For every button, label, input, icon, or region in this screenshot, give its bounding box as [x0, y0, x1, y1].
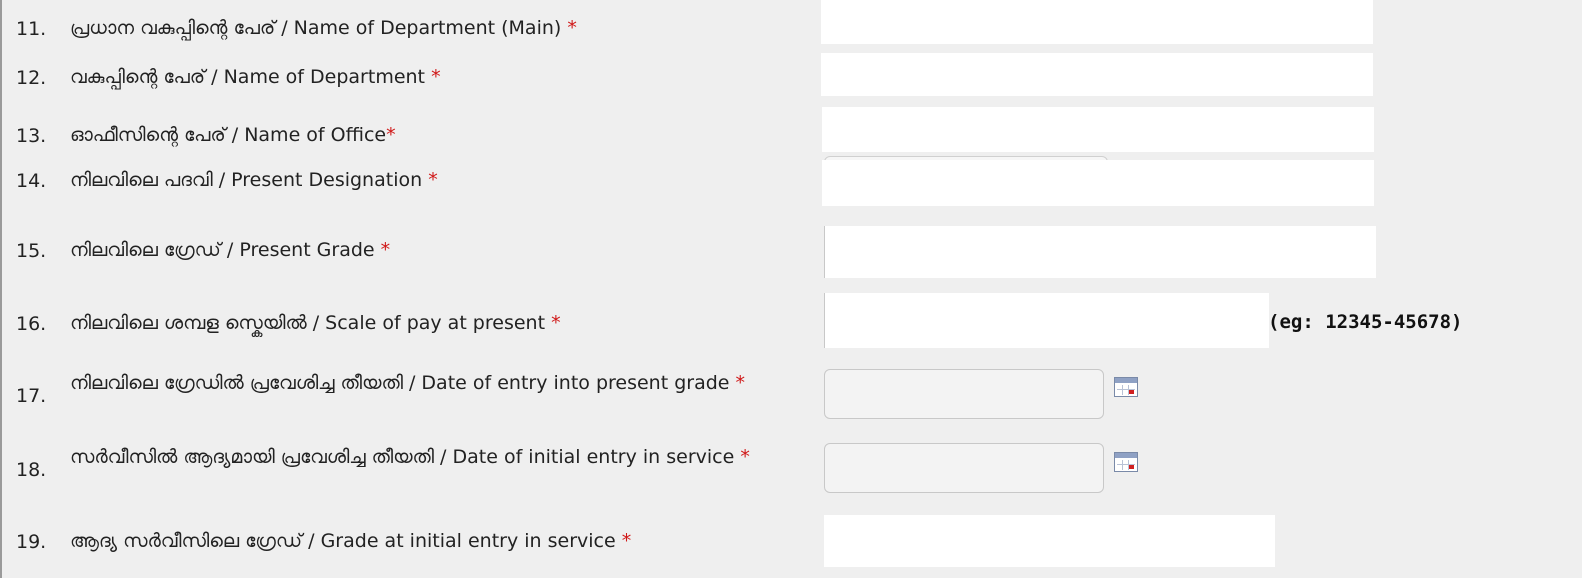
present-grade-input[interactable] — [824, 226, 1376, 278]
required-marker: * — [567, 17, 577, 39]
row-number: 19. — [16, 531, 47, 553]
required-marker: * — [621, 530, 632, 552]
department-main-input[interactable] — [821, 0, 1373, 44]
required-marker: * — [551, 312, 561, 334]
field-label-grade-entry-date: നിലവിലെ ഗ്രേഡിൽ പ്രവേശിച്ച തീയതി / Date … — [70, 372, 746, 394]
field-label-initial-grade: ആദ്യ സർവീസിലെ ഗ്രേഡ് / Grade at initial … — [70, 530, 632, 552]
field-label-designation: നിലവിലെ പദവി / Present Designation * — [70, 169, 438, 191]
department-input[interactable] — [821, 53, 1373, 96]
field-label-service-entry-date: സർവീസിൽ ആദ്യമായി പ്രവേശിച്ച തീയതി / Date… — [70, 446, 750, 468]
calendar-icon[interactable] — [1114, 377, 1138, 397]
field-label-department-main: പ്രധാന വകുപ്പിന്റെ പേര് / Name of Depart… — [70, 17, 577, 39]
row-number: 14. — [16, 170, 47, 192]
row-number: 11. — [16, 18, 47, 40]
required-marker: * — [740, 446, 750, 468]
grade-entry-date-input[interactable] — [824, 369, 1104, 419]
pay-scale-input[interactable] — [824, 293, 1269, 348]
designation-input[interactable] — [822, 160, 1374, 206]
row-number: 18. — [16, 459, 47, 481]
row-number: 16. — [16, 313, 47, 335]
field-label-department: വകുപ്പിന്റെ പേര് / Name of Department * — [70, 66, 441, 88]
service-entry-date-input[interactable] — [824, 443, 1104, 493]
office-input[interactable] — [822, 107, 1374, 152]
row-number: 15. — [16, 240, 47, 262]
initial-grade-input[interactable] — [824, 515, 1275, 567]
field-label-grade: നിലവിലെ ഗ്രേഡ് / Present Grade * — [70, 239, 391, 261]
row-number: 17. — [16, 385, 47, 407]
pay-scale-example-hint: (eg: 12345-45678) — [1268, 311, 1463, 333]
required-marker: * — [428, 169, 438, 191]
row-number: 12. — [16, 67, 47, 89]
required-marker: * — [380, 239, 391, 261]
required-marker: * — [386, 124, 396, 146]
field-label-pay-scale: നിലവിലെ ശമ്പള സ്കെയിൽ / Scale of pay at … — [70, 312, 561, 334]
field-label-office: ഓഫീസിന്റെ പേര് / Name of Office* — [70, 124, 396, 146]
required-marker: * — [431, 66, 441, 88]
required-marker: * — [735, 372, 746, 394]
calendar-icon[interactable] — [1114, 452, 1138, 472]
row-number: 13. — [16, 125, 47, 147]
